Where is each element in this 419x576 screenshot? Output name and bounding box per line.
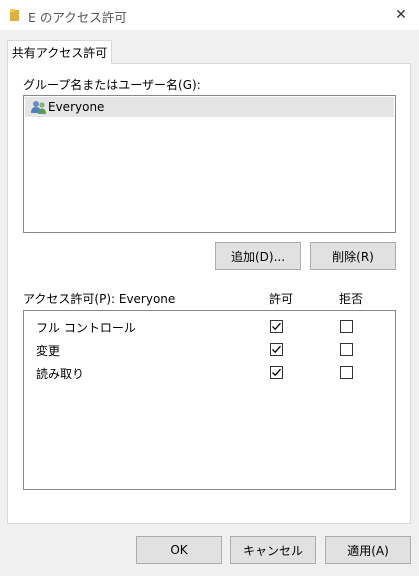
allow-checkbox[interactable] bbox=[270, 320, 283, 333]
group-listbox[interactable]: Everyone bbox=[23, 95, 396, 233]
permissions-list: フル コントロール 変更 読み取り bbox=[23, 310, 396, 490]
list-item-everyone[interactable]: Everyone bbox=[25, 97, 394, 117]
remove-button[interactable]: 削除(R) bbox=[310, 242, 396, 270]
users-icon bbox=[31, 101, 46, 114]
allow-checkbox[interactable] bbox=[270, 343, 283, 356]
apply-button-label: 適用(A) bbox=[347, 543, 389, 558]
permissions-label: アクセス許可(P): Everyone bbox=[23, 292, 176, 306]
tab-panel: グループ名またはユーザー名(G): Everyone 追加(D)... 削除(R… bbox=[7, 63, 411, 524]
check-icon bbox=[272, 322, 281, 331]
list-item-label: Everyone bbox=[48, 100, 105, 114]
deny-checkbox[interactable] bbox=[340, 343, 353, 356]
cancel-button[interactable]: キャンセル bbox=[230, 536, 316, 564]
deny-checkbox[interactable] bbox=[340, 366, 353, 379]
deny-checkbox[interactable] bbox=[340, 320, 353, 333]
permission-name: フル コントロール bbox=[36, 321, 136, 335]
ok-button-label: OK bbox=[170, 543, 188, 557]
check-icon bbox=[272, 368, 281, 377]
apply-button[interactable]: 適用(A) bbox=[325, 536, 411, 564]
column-allow: 許可 bbox=[269, 292, 294, 306]
cancel-button-label: キャンセル bbox=[242, 543, 303, 558]
folder-icon bbox=[10, 9, 19, 21]
close-button[interactable]: ✕ bbox=[383, 0, 419, 30]
allow-checkbox[interactable] bbox=[270, 366, 283, 379]
column-deny: 拒否 bbox=[339, 292, 364, 306]
title-bar: E のアクセス許可 ✕ bbox=[0, 0, 419, 30]
remove-button-label: 削除(R) bbox=[332, 249, 374, 264]
close-icon: ✕ bbox=[395, 7, 407, 23]
permission-name: 読み取り bbox=[36, 367, 85, 381]
add-button[interactable]: 追加(D)... bbox=[215, 242, 301, 270]
add-button-label: 追加(D)... bbox=[230, 249, 286, 264]
group-label: グループ名またはユーザー名(G): bbox=[23, 78, 201, 92]
permission-name: 変更 bbox=[36, 344, 61, 358]
check-icon bbox=[272, 345, 281, 354]
tab-label: 共有アクセス許可 bbox=[11, 46, 108, 60]
tab-share-permissions[interactable]: 共有アクセス許可 bbox=[7, 40, 112, 64]
ok-button[interactable]: OK bbox=[136, 536, 222, 564]
window-title: E のアクセス許可 bbox=[28, 10, 127, 25]
